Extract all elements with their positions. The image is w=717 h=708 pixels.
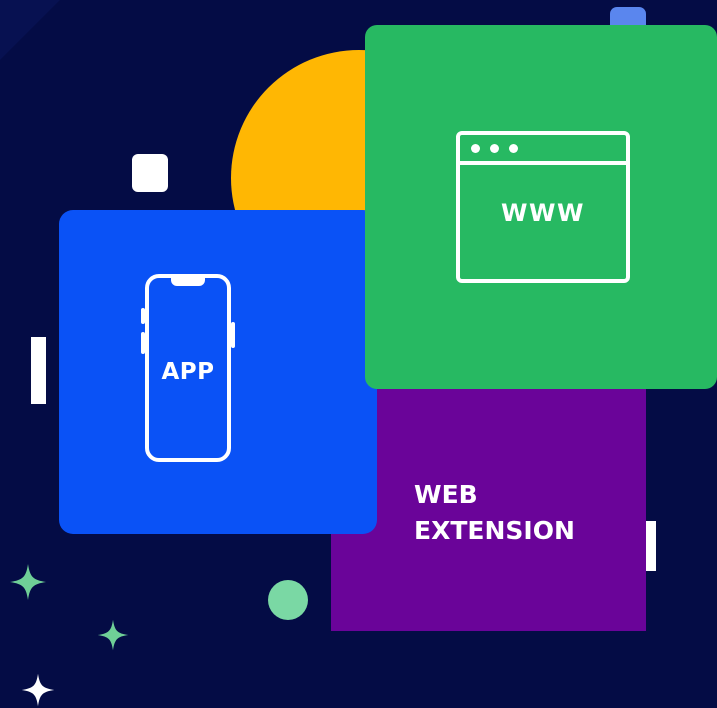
phone-notch — [171, 277, 205, 286]
phone-side-button — [141, 332, 145, 354]
browser-dot-icon — [471, 144, 480, 153]
green-dot-decoration — [268, 580, 308, 620]
browser-dot-icon — [490, 144, 499, 153]
browser-toolbar-line — [460, 161, 626, 165]
illustration-canvas: WEB EXTENSION APP WWW — [0, 0, 717, 708]
browser-dot-icon — [509, 144, 518, 153]
web-extension-card: WEB EXTENSION — [331, 373, 646, 631]
browser-window-icon: WWW — [456, 131, 630, 283]
web-extension-line-1: WEB — [414, 480, 478, 509]
sparkle-icon — [97, 619, 129, 651]
background-corner-shape — [0, 0, 120, 120]
sparkle-icon — [21, 673, 55, 707]
www-label: WWW — [501, 199, 585, 227]
website-card: WWW — [365, 25, 717, 389]
phone-side-button — [141, 308, 145, 324]
smartphone-icon: APP — [141, 274, 235, 462]
sparkle-icon — [10, 564, 46, 600]
web-extension-line-2: EXTENSION — [414, 516, 575, 545]
web-extension-label: WEB EXTENSION — [414, 477, 575, 549]
phone-power-button — [231, 322, 235, 348]
white-bar-left — [31, 337, 46, 404]
white-bar-right — [645, 521, 656, 571]
app-label: APP — [161, 359, 215, 385]
app-card: APP — [59, 210, 377, 534]
white-square-decoration — [132, 154, 168, 192]
